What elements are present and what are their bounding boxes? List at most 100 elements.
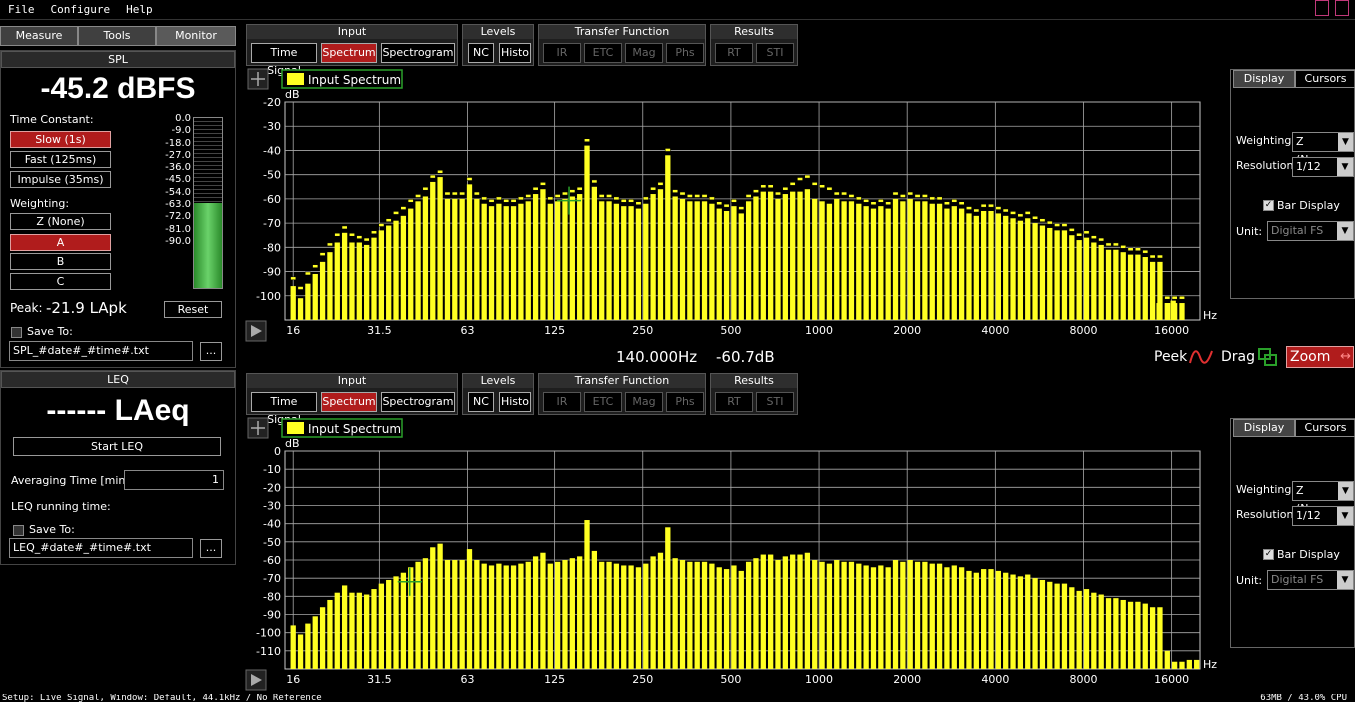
- spectrum-bar: [532, 556, 539, 669]
- peak-hold-mark: [532, 186, 539, 191]
- spectrum-bar: [371, 237, 377, 320]
- zoom-button[interactable]: Zoom ↔: [1286, 346, 1354, 368]
- spectrum-bar: [1091, 242, 1097, 320]
- spectrogram-button-2[interactable]: Spectrogram: [381, 392, 455, 412]
- right-tab-cursors[interactable]: Cursors: [1295, 70, 1355, 88]
- peak-hold-mark: [738, 206, 745, 210]
- peak-hold-mark: [863, 199, 870, 203]
- right-resolution-select[interactable]: 1/12 ▼: [1292, 157, 1354, 177]
- spectrum-bar: [496, 203, 502, 320]
- spectrum-bar: [297, 634, 304, 669]
- etc-button[interactable]: ETC: [584, 43, 622, 63]
- rt-button-2[interactable]: RT: [715, 392, 753, 412]
- right-tab-cursors-2[interactable]: Cursors: [1295, 419, 1355, 437]
- peak-value: -21.9 LApk: [46, 299, 127, 317]
- reset-button[interactable]: Reset: [164, 301, 222, 318]
- leq-save-file-input[interactable]: LEQ_#date#_#time#.txt: [9, 538, 193, 558]
- spectrum-bar: [995, 570, 1001, 669]
- nc-button-2[interactable]: NC: [468, 392, 494, 412]
- peak-hold-mark: [334, 232, 341, 237]
- peak-hold-mark: [686, 194, 693, 198]
- nc-button[interactable]: NC: [468, 43, 494, 63]
- time-signal-button[interactable]: Time Signal: [251, 43, 317, 77]
- phs-button-2[interactable]: Phs: [666, 392, 704, 412]
- weighting-z-button[interactable]: Z (None): [10, 213, 111, 230]
- time-signal-button-2[interactable]: Time Signal: [251, 392, 317, 426]
- right-tab-display[interactable]: Display: [1233, 70, 1295, 88]
- peak-hold-mark: [1090, 235, 1097, 239]
- zoom-icon: ↔: [1340, 349, 1351, 364]
- leq-save-checkbox[interactable]: [13, 525, 24, 536]
- pan-icon[interactable]: [247, 417, 269, 439]
- spl-browse-button[interactable]: ...: [200, 342, 222, 361]
- ir-button-2[interactable]: IR: [543, 392, 581, 412]
- bar-display-checkbox-2[interactable]: ✓: [1263, 549, 1274, 560]
- mag-button-2[interactable]: Mag: [625, 392, 663, 412]
- avg-time-input[interactable]: 1: [124, 470, 224, 490]
- phs-button[interactable]: Phs: [666, 43, 704, 63]
- weighting-c-button[interactable]: C: [10, 273, 111, 290]
- right-weighting-select[interactable]: Z (None ▼: [1292, 132, 1354, 166]
- leq-browse-button[interactable]: ...: [200, 539, 222, 558]
- spl-save-checkbox[interactable]: [11, 327, 22, 338]
- right-weighting-select-2[interactable]: Z (None ▼: [1292, 481, 1354, 515]
- menu-help[interactable]: Help: [118, 3, 161, 16]
- download-icon[interactable]: [1315, 0, 1329, 16]
- right-resolution-select-2[interactable]: 1/12 ▼: [1292, 506, 1354, 526]
- group-levels: Levels NC Histo: [462, 24, 534, 66]
- meter-scale: 0.0 -9.0 -18.0 -27.0 -36.0 -45.0 -54.0 -63.0 -72…: [151, 113, 191, 248]
- sti-button[interactable]: STI: [756, 43, 794, 63]
- right-resolution-value: 1/12: [1296, 160, 1321, 173]
- spectrum-button-2[interactable]: Spectrum: [321, 392, 377, 412]
- peek-label[interactable]: Peek: [1154, 349, 1187, 365]
- x-tick-label: 63: [460, 324, 474, 337]
- tab-measure[interactable]: Measure: [0, 26, 78, 46]
- histo-button-2[interactable]: Histo: [499, 392, 531, 412]
- spectrum-chart-top[interactable]: Input Spectrum dB -20 -30 -40 -50 -60 -70 -80 -90…: [244, 66, 1224, 344]
- spectrum-button[interactable]: Spectrum: [321, 43, 377, 63]
- right-tab-display-2[interactable]: Display: [1233, 419, 1295, 437]
- etc-button-2[interactable]: ETC: [584, 392, 622, 412]
- peak-hold-mark: [753, 189, 759, 193]
- chevron-down-icon: ▼: [1337, 158, 1353, 176]
- upload-icon[interactable]: [1335, 0, 1349, 16]
- spectrum-chart-bottom[interactable]: Input Spectrum dB 0 -10 -20 -30 -40 -50 -60 -70 -8…: [244, 415, 1224, 691]
- spectrum-bar: [319, 607, 326, 669]
- impulse-button[interactable]: Impulse (35ms): [10, 171, 111, 188]
- peak-hold-mark: [510, 199, 517, 203]
- spectrum-bar: [1186, 659, 1192, 669]
- drag-icon[interactable]: [1257, 347, 1279, 367]
- slow-button[interactable]: Slow (1s): [10, 131, 111, 148]
- peak-hold-mark: [473, 191, 480, 196]
- bar-display-checkbox[interactable]: ✓: [1263, 200, 1274, 211]
- peek-icon[interactable]: [1188, 347, 1214, 367]
- weighting-b-button[interactable]: B: [10, 253, 111, 270]
- menu-configure[interactable]: Configure: [43, 3, 119, 16]
- unit-select-2[interactable]: Digital FS ▼: [1267, 570, 1354, 590]
- weighting-a-button[interactable]: A: [10, 234, 111, 251]
- meter-tick: 0.0: [175, 113, 191, 124]
- spectrum-bar: [981, 569, 987, 669]
- spectrum-bar: [995, 213, 1001, 320]
- spectrum-bar: [386, 225, 392, 320]
- fast-button[interactable]: Fast (125ms): [10, 151, 111, 168]
- ir-button[interactable]: IR: [543, 43, 581, 63]
- unit-select[interactable]: Digital FS ▼: [1267, 221, 1354, 241]
- start-leq-button[interactable]: Start LEQ: [13, 437, 221, 456]
- histo-button[interactable]: Histo: [499, 43, 531, 63]
- menu-file[interactable]: File: [0, 3, 43, 16]
- tab-monitor[interactable]: Monitor: [156, 26, 236, 46]
- spectrum-bar: [1054, 583, 1060, 669]
- sti-button-2[interactable]: STI: [756, 392, 794, 412]
- tab-tools[interactable]: Tools: [78, 26, 156, 46]
- mag-button[interactable]: Mag: [625, 43, 663, 63]
- spectrum-bar: [1069, 587, 1075, 669]
- drag-label[interactable]: Drag: [1221, 349, 1255, 365]
- spectrum-bar: [356, 592, 362, 669]
- rt-button[interactable]: RT: [715, 43, 753, 63]
- play-icon[interactable]: [245, 669, 267, 691]
- spl-save-file-input[interactable]: SPL_#date#_#time#.txt: [9, 341, 193, 361]
- pan-icon[interactable]: [247, 68, 269, 90]
- play-icon[interactable]: [245, 320, 267, 342]
- spectrogram-button[interactable]: Spectrogram: [381, 43, 455, 63]
